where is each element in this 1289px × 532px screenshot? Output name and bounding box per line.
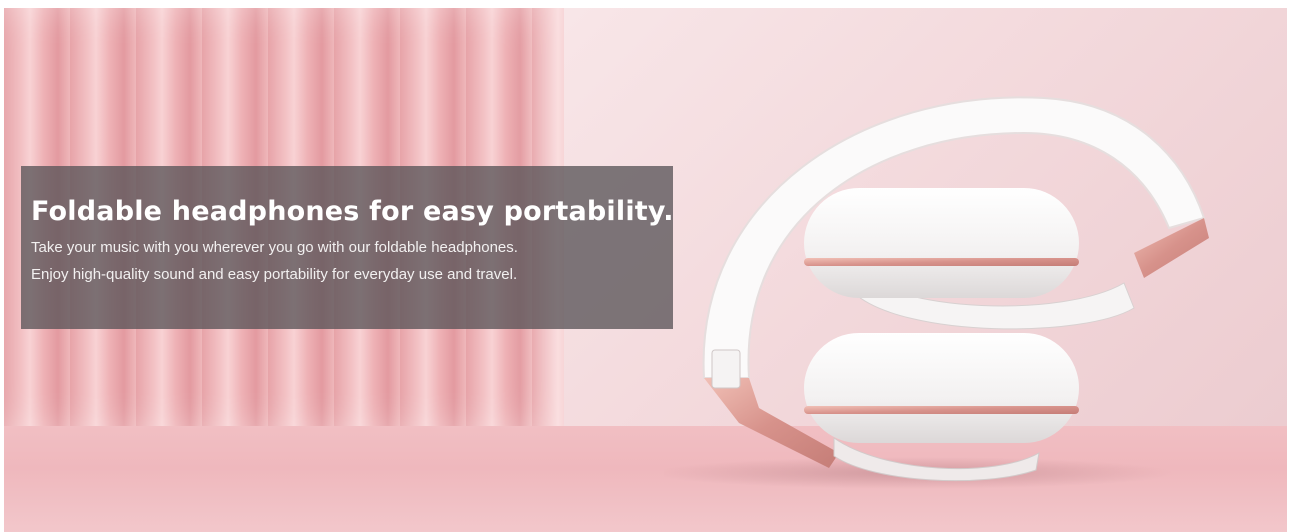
hinge-shape <box>711 349 741 389</box>
upper-ear-pad-shape <box>804 188 1079 298</box>
description-line-1: Take your music with you wherever you go… <box>31 239 518 256</box>
description: Take your music with you wherever you go… <box>31 234 673 288</box>
upper-ring-shape <box>804 258 1079 266</box>
text-overlay-panel: Foldable headphones for easy portability… <box>21 166 673 329</box>
description-line-2: Enjoy high-quality sound and easy portab… <box>31 266 518 283</box>
headline: Foldable headphones for easy portability… <box>31 196 674 227</box>
hero-banner: Foldable headphones for easy portability… <box>4 8 1287 532</box>
lower-ring-shape <box>804 406 1079 414</box>
foldable-headphones-icon <box>664 96 1209 489</box>
lower-ear-pad-shape <box>804 333 1079 443</box>
